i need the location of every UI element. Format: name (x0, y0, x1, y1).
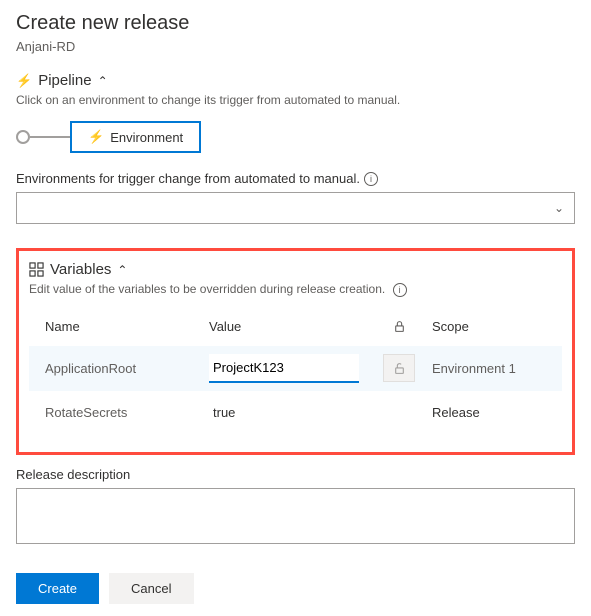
page-title: Create new release (16, 12, 575, 35)
col-scope: Scope (424, 319, 552, 334)
lock-icon (393, 320, 406, 333)
cancel-button[interactable]: Cancel (109, 573, 193, 604)
variable-name: RotateSecrets (39, 405, 209, 420)
lock-cell (374, 354, 424, 382)
lock-toggle[interactable] (383, 354, 415, 382)
chevron-up-icon[interactable]: ⌃ (117, 263, 127, 277)
grid-icon (29, 262, 44, 277)
dialog-actions: Create Cancel (16, 573, 575, 604)
env-trigger-label: Environments for trigger change from aut… (16, 171, 575, 186)
variables-table-header: Name Value Scope (29, 311, 562, 346)
release-description-input[interactable] (16, 488, 575, 544)
variables-label: Variables (50, 261, 111, 278)
variable-value-input[interactable] (209, 354, 359, 383)
variables-desc: Edit value of the variables to be overri… (29, 282, 562, 297)
col-name: Name (39, 319, 209, 334)
table-row[interactable]: RotateSecrets true Release (29, 391, 562, 434)
variable-scope: Environment 1 (424, 361, 552, 376)
pipeline-desc: Click on an environment to change its tr… (16, 93, 575, 107)
pipeline-label: Pipeline (38, 72, 91, 89)
variables-desc-text: Edit value of the variables to be overri… (29, 282, 385, 296)
release-description-label: Release description (16, 467, 575, 482)
variables-section-header[interactable]: Variables ⌃ (29, 261, 562, 278)
variable-value[interactable]: true (209, 399, 374, 426)
trigger-bolt-icon: ⚡ (88, 129, 104, 145)
bolt-icon: ⚡ (16, 73, 32, 89)
info-icon[interactable]: i (364, 172, 378, 186)
artifact-node[interactable] (16, 130, 30, 144)
environment-node[interactable]: ⚡ Environment (70, 121, 201, 153)
variable-scope: Release (424, 405, 552, 420)
chevron-down-icon: ⌄ (554, 201, 564, 215)
variable-value-cell (209, 354, 374, 383)
chevron-up-icon[interactable]: ⌃ (98, 74, 108, 88)
environment-node-label: Environment (110, 130, 183, 145)
pipeline-section-header[interactable]: ⚡ Pipeline ⌃ (16, 72, 575, 89)
col-value: Value (209, 319, 374, 334)
variables-table: Name Value Scope ApplicationRoot (29, 311, 562, 434)
pipeline-flow: ⚡ Environment (16, 121, 575, 153)
variables-section: Variables ⌃ Edit value of the variables … (16, 248, 575, 455)
flow-connector (30, 136, 70, 138)
unlock-icon (393, 362, 406, 375)
table-row[interactable]: ApplicationRoot Environment 1 (29, 346, 562, 391)
release-definition-name: Anjani-RD (16, 39, 575, 54)
info-icon[interactable]: i (393, 283, 407, 297)
create-button[interactable]: Create (16, 573, 99, 604)
env-trigger-dropdown[interactable]: ⌄ (16, 192, 575, 224)
col-lock (374, 320, 424, 333)
variable-name: ApplicationRoot (39, 361, 209, 376)
env-trigger-label-text: Environments for trigger change from aut… (16, 171, 360, 186)
